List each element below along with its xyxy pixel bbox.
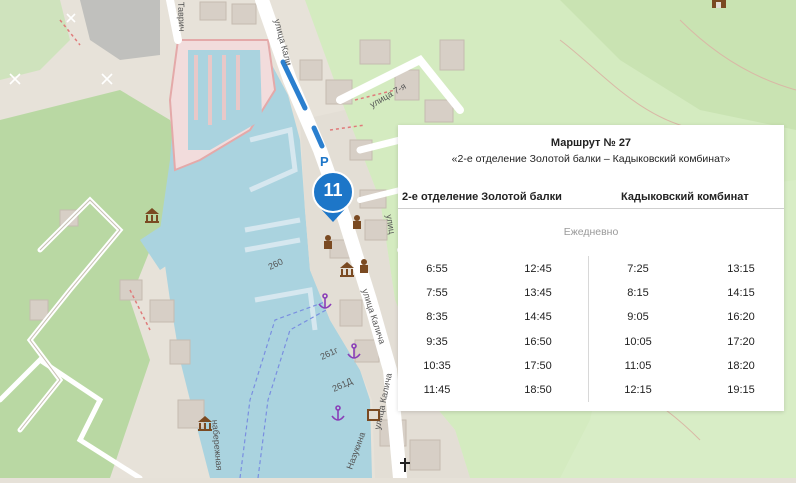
departure-column: 6:55 7:55 8:35 9:35 10:35 11:45 <box>407 263 467 408</box>
departure-time: 16:20 <box>727 311 755 324</box>
parking-icon[interactable]: P <box>320 154 329 169</box>
departure-time: 10:05 <box>624 335 652 348</box>
departure-time: 7:55 <box>426 287 448 300</box>
departure-time: 17:20 <box>727 335 755 348</box>
departure-time: 9:05 <box>627 311 649 324</box>
departure-time: 12:45 <box>524 263 552 275</box>
departure-time: 18:50 <box>524 383 552 396</box>
departure-time: 7:25 <box>627 263 649 275</box>
left-direction-header: 2-е отделение Золотой балки <box>402 191 562 203</box>
route-schedule-panel: Маршрут № 27 «2-е отделение Золотой балк… <box>398 125 784 411</box>
departure-column: 13:15 14:15 16:20 17:20 18:20 19:15 <box>711 263 771 408</box>
castle-icon[interactable] <box>712 0 726 8</box>
departure-column: 12:45 13:45 14:45 16:50 17:50 18:50 <box>508 263 568 408</box>
departure-time: 12:15 <box>624 383 652 396</box>
departure-time: 9:35 <box>426 335 448 348</box>
departure-time: 19:15 <box>727 383 755 396</box>
departure-time: 11:05 <box>624 359 652 372</box>
departure-time: 13:45 <box>524 287 552 300</box>
cinema-icon[interactable] <box>367 409 380 421</box>
departure-time: 14:45 <box>524 311 552 324</box>
departure-column: 7:25 8:15 9:05 10:05 11:05 12:15 <box>608 263 668 408</box>
header-divider <box>398 208 784 209</box>
departure-time: 14:15 <box>727 287 755 300</box>
departure-time: 8:35 <box>426 311 448 324</box>
departure-time: 11:45 <box>423 383 451 396</box>
bus-stop-number: 11 <box>323 180 343 200</box>
route-title: Маршрут № 27 <box>550 137 632 149</box>
right-direction-header: Кадыковский комбинат <box>621 191 749 203</box>
frequency-label: Ежедневно <box>563 226 619 238</box>
departure-time: 18:20 <box>727 359 755 372</box>
departure-time: 13:15 <box>727 263 755 275</box>
departure-time: 8:15 <box>627 287 649 300</box>
street-label: Таврич <box>176 2 187 32</box>
column-divider <box>588 256 589 402</box>
departure-time: 17:50 <box>524 359 552 372</box>
departure-time: 16:50 <box>524 335 552 348</box>
departure-time: 6:55 <box>426 263 448 275</box>
route-subtitle: «2-е отделение Золотой балки – Кадыковск… <box>451 153 731 165</box>
departure-time: 10:35 <box>423 359 451 372</box>
